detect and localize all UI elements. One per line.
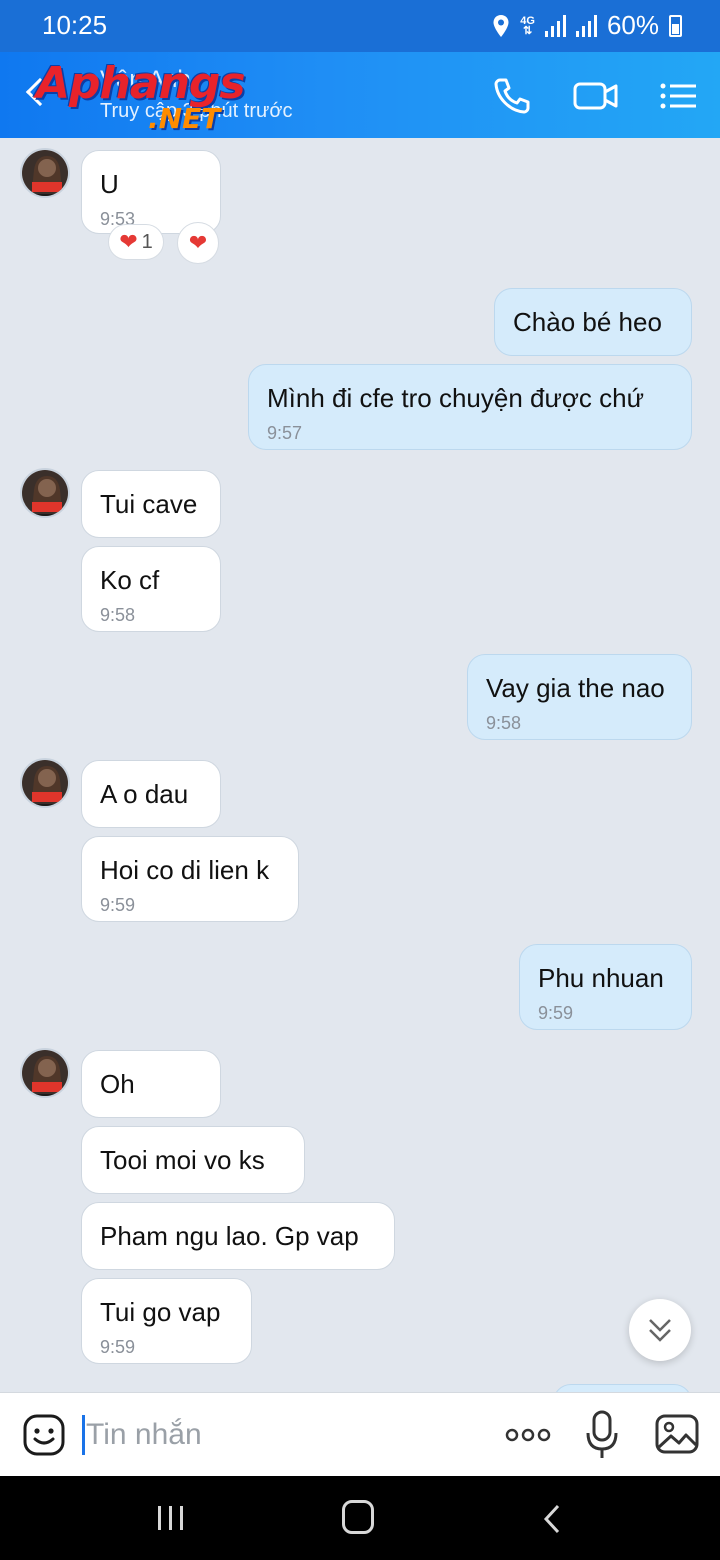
watermark-net: .NET — [148, 102, 221, 135]
message-bubble[interactable]: Chào bé heo — [494, 288, 692, 356]
network-type: 4G ⇅ — [520, 14, 535, 37]
back-chevron-icon — [543, 1504, 560, 1534]
message-bubble[interactable]: Hoi co di lien k 9:59 — [81, 836, 299, 922]
more-icon — [505, 1428, 551, 1442]
emoji-button[interactable] — [22, 1413, 66, 1457]
signal-icon-2 — [575, 14, 597, 37]
voice-message-button[interactable] — [584, 1409, 620, 1461]
recent-apps-button[interactable] — [156, 1504, 186, 1532]
message-time: 9:59 — [538, 1003, 574, 1023]
message-input[interactable] — [86, 1411, 476, 1459]
home-button[interactable] — [342, 1500, 374, 1534]
signal-icon — [544, 14, 566, 37]
reaction-badge[interactable]: ❤ 1 — [108, 224, 164, 260]
image-icon — [655, 1414, 699, 1454]
microphone-icon — [586, 1410, 618, 1458]
message-bubble[interactable]: Pham ngu lao. Gp vap — [81, 1202, 395, 1270]
message-list[interactable]: U 9:53 ❤ 1 ❤ Chào bé heo Mình đi cfe tro … — [0, 138, 720, 1392]
avatar[interactable] — [20, 758, 70, 808]
message-bubble[interactable]: Tui cave — [81, 470, 221, 538]
message-bubble[interactable]: Tooi moi vo ks — [81, 1126, 305, 1194]
message-time: 9:59 — [100, 1337, 136, 1357]
text-cursor — [82, 1415, 85, 1455]
message-time: 9:59 — [100, 895, 136, 915]
message-time: 9:58 — [486, 713, 522, 733]
avatar[interactable] — [20, 468, 70, 518]
heart-icon: ❤ — [188, 230, 208, 255]
back-button[interactable] — [538, 1504, 568, 1534]
status-time: 10:25 — [42, 10, 108, 40]
call-button[interactable] — [490, 74, 534, 118]
chat-header: Vân Anh Truy cập 3 phút trước Aphangs .N… — [0, 52, 720, 138]
phone-icon — [494, 78, 530, 114]
chevron-double-down-icon — [649, 1319, 671, 1342]
emoji-icon — [23, 1414, 65, 1456]
message-bubble[interactable]: Ko cf 9:58 — [81, 546, 221, 632]
chat-menu-button[interactable] — [656, 74, 700, 118]
battery-level: 60% — [606, 10, 659, 40]
message-time: 9:57 — [267, 423, 303, 443]
more-options-button[interactable] — [504, 1423, 552, 1447]
avatar[interactable] — [20, 1048, 70, 1098]
add-reaction-button[interactable]: ❤ — [177, 222, 219, 264]
status-indicators: 4G ⇅ 60% — [492, 10, 682, 41]
status-bar: 10:25 4G ⇅ 60% — [0, 0, 720, 52]
heart-icon: ❤ — [119, 229, 138, 254]
scroll-to-bottom-button[interactable] — [629, 1299, 691, 1361]
battery-icon — [669, 14, 682, 37]
video-call-button[interactable] — [572, 74, 618, 118]
message-bubble[interactable]: Tui go vap 9:59 — [81, 1278, 252, 1364]
message-bubble[interactable]: Mình đi cfe tro chuyện được chứ 9:57 — [248, 364, 692, 450]
location-icon — [493, 14, 509, 37]
recent-apps-icon — [158, 1506, 183, 1530]
message-bubble[interactable]: A o dau — [81, 760, 221, 828]
avatar[interactable] — [20, 148, 70, 198]
message-bubble[interactable]: Phu nhuan 9:59 — [519, 944, 692, 1030]
message-bubble-partial[interactable] — [553, 1384, 692, 1392]
video-camera-icon — [573, 82, 618, 110]
list-menu-icon — [660, 83, 696, 109]
message-bubble[interactable]: Oh — [81, 1050, 221, 1118]
watermark-logo: Aphangs .NET — [36, 58, 266, 138]
message-time: 9:58 — [100, 605, 136, 625]
send-image-button[interactable] — [654, 1411, 700, 1457]
message-bubble[interactable]: Vay gia the nao 9:58 — [467, 654, 692, 740]
system-navigation-bar — [0, 1476, 720, 1560]
message-input-bar — [0, 1392, 720, 1476]
